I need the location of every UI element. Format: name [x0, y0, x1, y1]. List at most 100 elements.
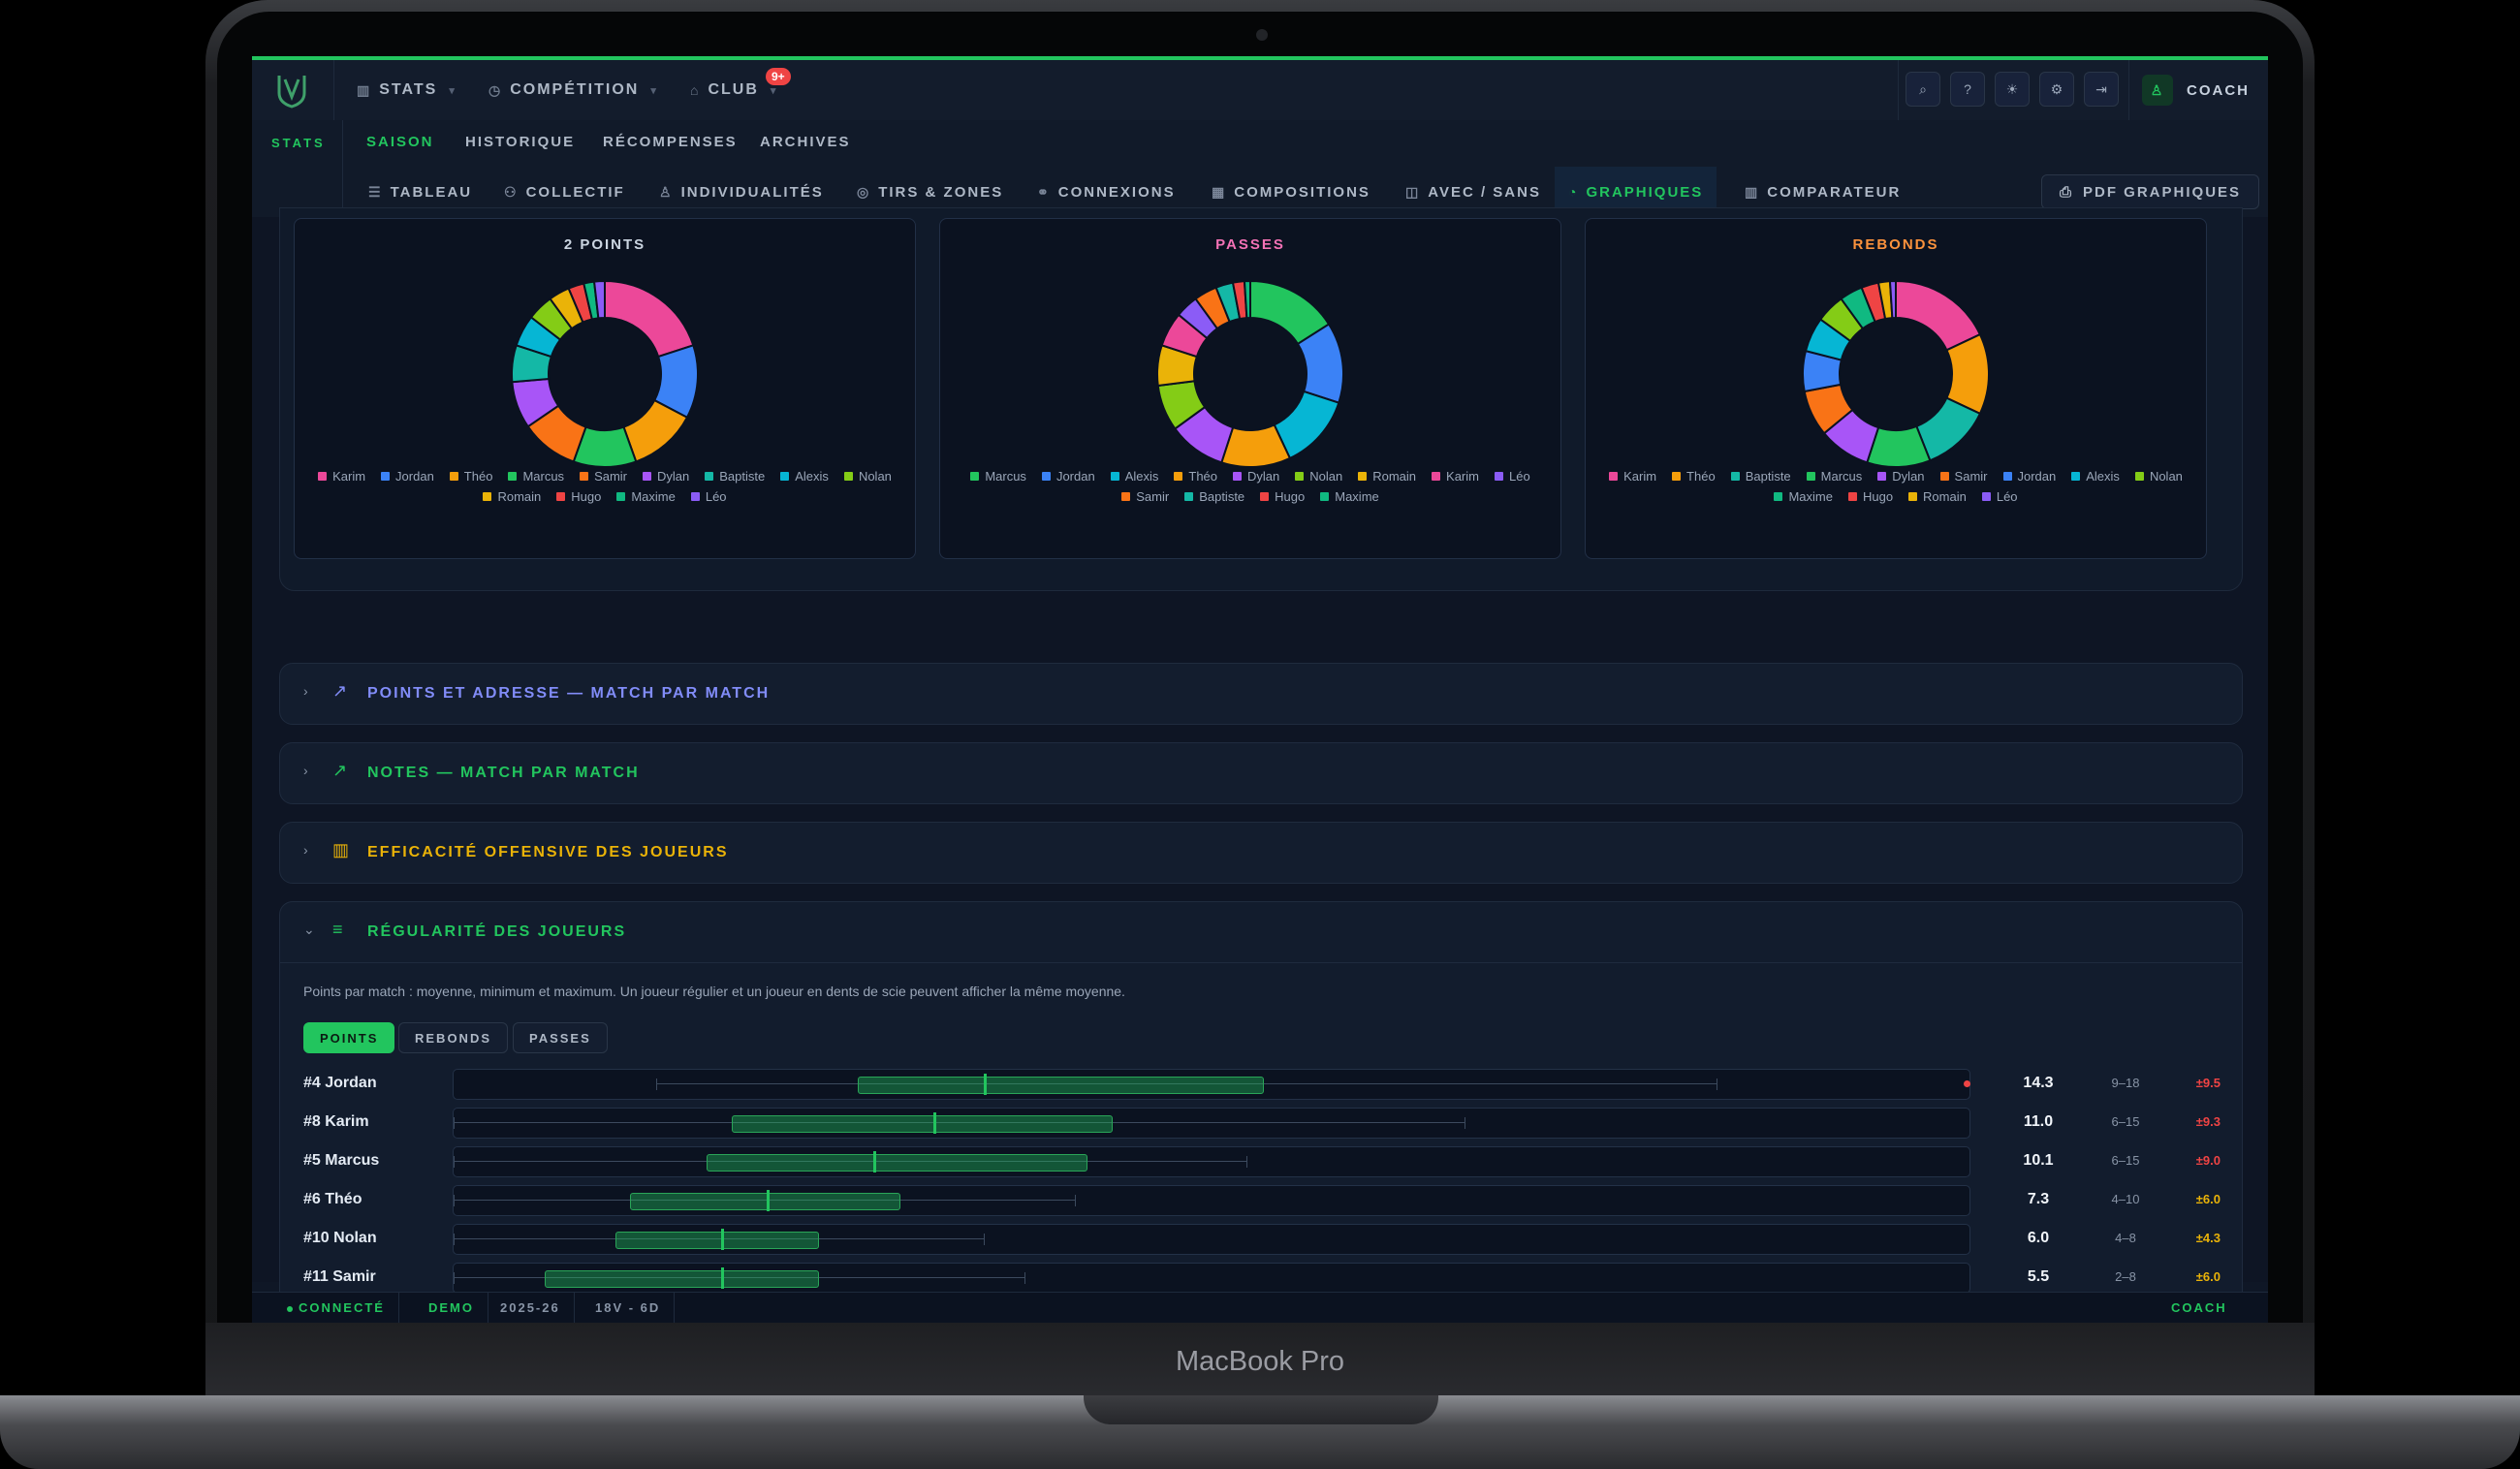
settings-button[interactable]: ⚙: [2039, 72, 2074, 107]
legend-item[interactable]: Marcus: [1806, 469, 1862, 484]
boxplot-median: [721, 1267, 725, 1289]
regularite-header[interactable]: ⌄ ≡ RÉGULARITÉ DES JOUEURS: [280, 902, 2242, 963]
building-icon: ⌂: [690, 82, 701, 98]
tab-label: GRAPHIQUES: [1586, 183, 1704, 201]
legend-item[interactable]: Dylan: [1877, 469, 1925, 484]
accordion-notes[interactable]: › ↗ NOTES — MATCH PAR MATCH: [279, 742, 2243, 804]
legend-item[interactable]: Dylan: [643, 469, 689, 484]
player-row[interactable]: #8 Karim 11.0 6–15 ±9.3: [303, 1108, 2222, 1139]
help-button[interactable]: ?: [1950, 72, 1985, 107]
subtab-historique[interactable]: HISTORIQUE: [465, 120, 575, 167]
nav-stats-label: STATS: [379, 81, 438, 98]
user-label: COACH: [2187, 81, 2250, 99]
legend-item[interactable]: Théo: [449, 469, 492, 484]
legend-item[interactable]: Romain: [1908, 489, 1967, 504]
legend-item[interactable]: Samir: [580, 469, 627, 484]
legend-label: Nolan: [858, 469, 892, 484]
legend-item[interactable]: Karim: [1432, 469, 1479, 484]
pill-rebonds[interactable]: REBONDS: [398, 1022, 509, 1053]
legend-item[interactable]: Baptiste: [1184, 489, 1244, 504]
legend-label: Maxime: [1335, 489, 1379, 504]
legend-item[interactable]: Léo: [690, 489, 727, 504]
legend-item[interactable]: Nolan: [843, 469, 892, 484]
legend-item[interactable]: Dylan: [1233, 469, 1279, 484]
legend-item[interactable]: Baptiste: [1730, 469, 1791, 484]
legend-item[interactable]: Alexis: [2071, 469, 2120, 484]
legend-label: Maxime: [1788, 489, 1833, 504]
bar-chart-icon: ▥: [332, 840, 350, 860]
legend-item[interactable]: Romain: [1358, 469, 1416, 484]
chevron-down-icon: ▾: [449, 84, 457, 97]
legend-item[interactable]: Baptiste: [705, 469, 765, 484]
nav-club-label: CLUB: [708, 81, 759, 98]
legend-item[interactable]: Marcus: [970, 469, 1026, 484]
legend-item[interactable]: Hugo: [1260, 489, 1305, 504]
legend-item[interactable]: Hugo: [556, 489, 601, 504]
legend-item[interactable]: Maxime: [1774, 489, 1833, 504]
boxplot-box: [544, 1270, 820, 1288]
accordion-efficacite[interactable]: › ▥ EFFICACITÉ OFFENSIVE DES JOUEURS: [279, 822, 2243, 884]
boxplot-median: [933, 1112, 937, 1134]
player-row[interactable]: #4 Jordan 14.3 9–18 ±9.5: [303, 1069, 2222, 1100]
legend-item[interactable]: Alexis: [1110, 469, 1158, 484]
accordion-points-adresse[interactable]: › ↗ POINTS ET ADRESSE — MATCH PAR MATCH: [279, 663, 2243, 725]
legend-swatch: [381, 472, 391, 481]
player-row[interactable]: #11 Samir 5.5 2–8 ±6.0: [303, 1263, 2222, 1294]
legend-label: Jordan: [395, 469, 434, 484]
legend-item[interactable]: Karim: [1609, 469, 1656, 484]
boxplot-cap: [454, 1272, 455, 1284]
boxplot-track: [453, 1146, 1970, 1177]
logout-icon: ⇥: [2095, 80, 2107, 97]
logout-button[interactable]: ⇥: [2084, 72, 2119, 107]
legend-item[interactable]: Marcus: [508, 469, 564, 484]
legend-item[interactable]: Nolan: [1295, 469, 1342, 484]
player-row[interactable]: #10 Nolan 6.0 4–8 ±4.3: [303, 1224, 2222, 1255]
search-button[interactable]: ⌕: [1906, 72, 1940, 107]
nav-stats[interactable]: ▥ STATS ▾: [357, 60, 457, 120]
trend-icon: ↗: [332, 681, 348, 701]
legend-item[interactable]: Léo: [1981, 489, 2018, 504]
legend-item[interactable]: Jordan: [1041, 469, 1095, 484]
legend-item[interactable]: Jordan: [2002, 469, 2056, 484]
legend-item[interactable]: Maxime: [616, 489, 676, 504]
legend-item[interactable]: Théo: [1174, 469, 1217, 484]
accordion-label: EFFICACITÉ OFFENSIVE DES JOUEURS: [367, 844, 729, 860]
legend-item[interactable]: Alexis: [780, 469, 829, 484]
chart-title: PASSES: [1215, 236, 1285, 253]
legend-item[interactable]: Hugo: [1847, 489, 1893, 504]
legend-item[interactable]: Théo: [1672, 469, 1716, 484]
boxplot-track: [453, 1069, 1970, 1100]
legend-swatch: [616, 492, 626, 501]
legend-item[interactable]: Samir: [1939, 469, 1988, 484]
donut-slice[interactable]: [604, 279, 695, 359]
legend-item[interactable]: Nolan: [2134, 469, 2183, 484]
legend-swatch: [1774, 492, 1783, 501]
legend-item[interactable]: Léo: [1494, 469, 1530, 484]
pill-passes[interactable]: PASSES: [513, 1022, 608, 1053]
legend-item[interactable]: Romain: [483, 489, 541, 504]
legend-item[interactable]: Jordan: [381, 469, 434, 484]
legend-item[interactable]: Maxime: [1320, 489, 1379, 504]
player-row[interactable]: #5 Marcus 10.1 6–15 ±9.0: [303, 1146, 2222, 1177]
pdf-export-button[interactable]: ⎙ PDF GRAPHIQUES: [2041, 174, 2260, 209]
legend-item[interactable]: Samir: [1121, 489, 1169, 504]
legend-item[interactable]: Karim: [318, 469, 365, 484]
main-content: 2 POINTS Karim Jordan Théo Marcus Samir Dylan…: [252, 207, 2268, 1323]
legend-swatch: [1806, 472, 1815, 481]
player-row[interactable]: #6 Théo 7.3 4–10 ±6.0: [303, 1185, 2222, 1216]
nav-competition[interactable]: ◷ COMPÉTITION ▾: [488, 60, 658, 120]
app-logo[interactable]: [252, 60, 334, 120]
legend-swatch: [1041, 472, 1051, 481]
nav-club[interactable]: ⌂ CLUB ▾: [690, 60, 777, 120]
theme-button[interactable]: ☀: [1995, 72, 2030, 107]
subtab-recompenses[interactable]: RÉCOMPENSES: [603, 120, 738, 167]
status-connected-label: CONNECTÉ: [299, 1300, 385, 1315]
tab-label: INDIVIDUALITÉS: [680, 183, 824, 201]
subtab-saison[interactable]: SAISON: [366, 120, 434, 170]
subtab-archives[interactable]: ARCHIVES: [760, 120, 851, 167]
status-bar: CONNECTÉ DEMO 2025-26 18V - 6D COACH: [252, 1292, 2268, 1323]
boxplot-box: [630, 1193, 900, 1210]
pill-points[interactable]: POINTS: [303, 1022, 395, 1053]
user-menu[interactable]: ♙ COACH: [2142, 60, 2250, 120]
legend-label: Hugo: [1275, 489, 1306, 504]
